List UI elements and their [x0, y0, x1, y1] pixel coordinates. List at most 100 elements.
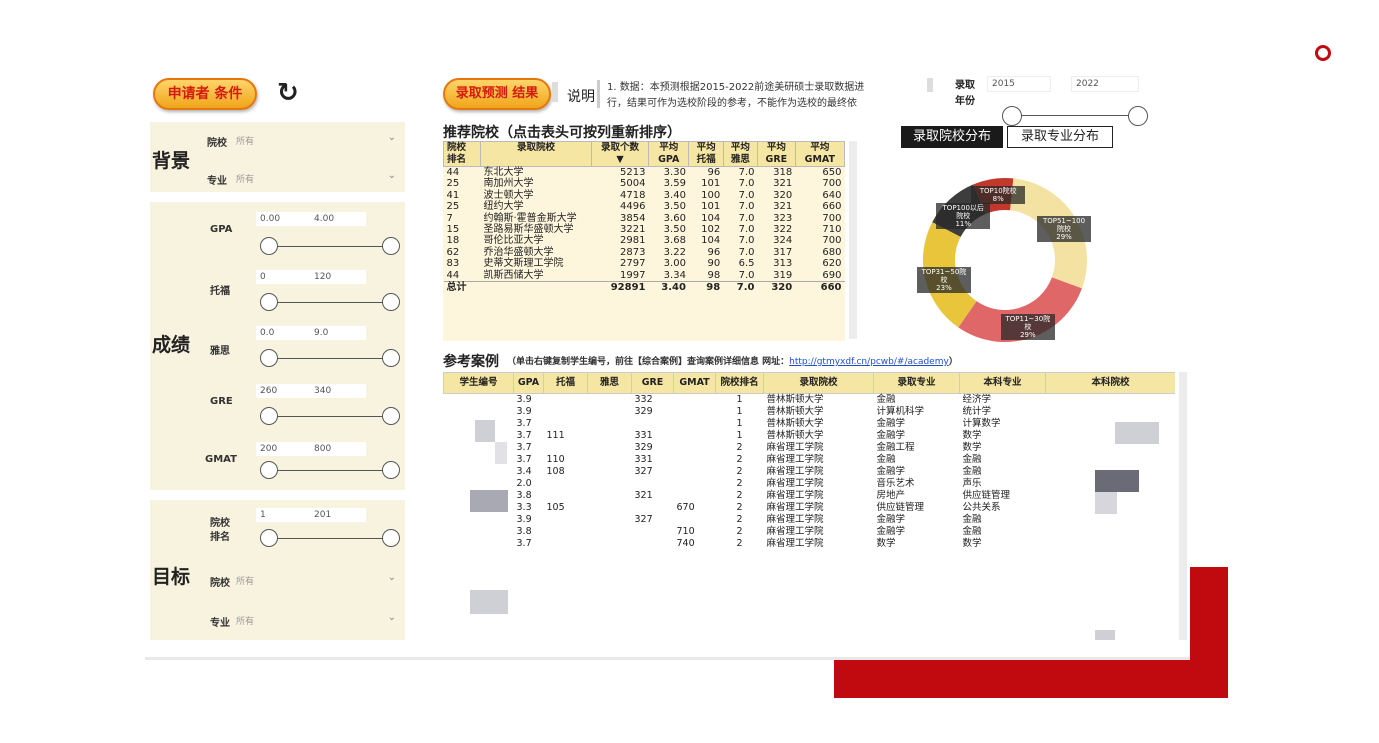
case-col-gre[interactable]: GRE: [631, 372, 674, 394]
year-from-input[interactable]: 2015: [987, 76, 1051, 92]
table-row[interactable]: 25 纽约大学 4496 3.50 101 7.0 321 660: [443, 201, 845, 213]
table-row[interactable]: 15 圣路易斯华盛顿大学 3221 3.50 102 7.0 322 710: [443, 224, 845, 236]
cell-school: 史蒂文斯理工学院: [480, 258, 592, 270]
table-row[interactable]: 3.3 105 670 2 麻省理工学院 供应链管理 公共关系: [444, 502, 1176, 514]
gre-slider-max-handle[interactable]: [382, 407, 400, 425]
table-row[interactable]: 3.9 332 1 普林斯顿大学 金融 经济学: [444, 394, 1176, 407]
case-student-id[interactable]: [444, 514, 514, 526]
ielts-max-input[interactable]: 9.0: [310, 326, 366, 340]
target-school-dropdown[interactable]: 所有 ⌄: [230, 570, 400, 588]
toefl-slider-max-handle[interactable]: [382, 293, 400, 311]
col-rank-header[interactable]: 院校 排名: [443, 141, 481, 167]
gmat-max-input[interactable]: 800: [310, 442, 366, 456]
year-slider-max-handle[interactable]: [1128, 106, 1148, 126]
recommend-table-container: 院校 排名 录取院校 录取个数 ▼ 平均 GPA 平均 托福 平均 雅思 平均 GRE 平均…: [443, 141, 846, 341]
case-student-id[interactable]: [444, 538, 514, 550]
academy-link[interactable]: http://gtmyxdf.cn/pcwb/#/academy: [789, 357, 949, 367]
case-student-id[interactable]: [444, 478, 514, 490]
table-row[interactable]: 7 约翰斯·霍普金斯大学 3854 3.60 104 7.0 323 700: [443, 212, 845, 225]
year-slider[interactable]: [1010, 115, 1138, 116]
toefl-max-input[interactable]: 120: [310, 270, 366, 284]
table-row[interactable]: 3.9 327 2 麻省理工学院 金融学 金融: [444, 514, 1176, 526]
ielts-slider-max-handle[interactable]: [382, 349, 400, 367]
gmat-slider[interactable]: [268, 470, 392, 471]
rank-slider-min-handle[interactable]: [260, 529, 278, 547]
col-ielts-header[interactable]: 平均 雅思: [722, 141, 759, 167]
rank-min-input[interactable]: 1: [256, 508, 312, 522]
table-row[interactable]: 3.9 329 1 普林斯顿大学 计算机科学 统计学: [444, 406, 1176, 418]
table-row[interactable]: 3.7 740 2 麻省理工学院 数学 数学: [444, 538, 1176, 550]
gre-slider-min-handle[interactable]: [260, 407, 278, 425]
case-col-rank[interactable]: 院校排名: [715, 372, 764, 394]
table-row[interactable]: 3.7 1 普林斯顿大学 金融学 计算数学: [444, 418, 1176, 430]
case-col-gpa[interactable]: GPA: [513, 372, 544, 394]
case-student-id[interactable]: [444, 406, 514, 418]
case-col-school[interactable]: 录取院校: [763, 372, 874, 394]
year-to-input[interactable]: 2022: [1071, 76, 1139, 92]
col-gre-header[interactable]: 平均 GRE: [757, 141, 796, 167]
table-row[interactable]: 44 凯斯西储大学 1997 3.34 98 7.0 319 690: [443, 269, 845, 282]
toefl-slider[interactable]: [268, 302, 392, 303]
col-count-header[interactable]: 录取个数 ▼: [591, 141, 649, 167]
gmat-slider-min-handle[interactable]: [260, 461, 278, 479]
gre-max-input[interactable]: 340: [310, 384, 366, 398]
table-row[interactable]: 18 哥伦比亚大学 2981 3.68 104 7.0 324 700: [443, 235, 845, 247]
ielts-slider[interactable]: [268, 358, 392, 359]
refresh-icon[interactable]: ↻: [277, 78, 299, 108]
case-student-id[interactable]: [444, 394, 514, 407]
cell-ielts: 7.0: [723, 269, 758, 282]
table-row[interactable]: 3.7 329 2 麻省理工学院 金融工程 数学: [444, 442, 1176, 454]
year-slider-min-handle[interactable]: [1002, 106, 1022, 126]
table-row[interactable]: 3.7 110 331 2 麻省理工学院 金融 金融: [444, 454, 1176, 466]
gmat-slider-max-handle[interactable]: [382, 461, 400, 479]
table-row[interactable]: 25 南加州大学 5004 3.59 101 7.0 321 700: [443, 178, 845, 190]
rank-slider-max-handle[interactable]: [382, 529, 400, 547]
recommend-scrollbar[interactable]: [849, 141, 857, 339]
gpa-slider-min-handle[interactable]: [260, 237, 278, 255]
cases-scrollbar[interactable]: [1179, 372, 1187, 640]
gre-min-input[interactable]: 260: [256, 384, 312, 398]
major-dropdown[interactable]: 所有 ⌄: [230, 168, 400, 186]
prediction-result-button[interactable]: 录取预测 结果: [443, 78, 551, 110]
col-gpa-header[interactable]: 平均 GPA: [647, 141, 690, 167]
ielts-min-input[interactable]: 0.0: [256, 326, 312, 340]
gre-slider[interactable]: [268, 416, 392, 417]
case-col-ug-school[interactable]: 本科院校: [1045, 372, 1175, 394]
case-student-id[interactable]: [444, 466, 514, 478]
table-row[interactable]: 62 乔治华盛顿大学 2873 3.22 96 7.0 317 680: [443, 246, 845, 259]
case-col-student-id[interactable]: 学生编号: [443, 372, 514, 394]
case-col-ielts[interactable]: 雅思: [587, 372, 632, 394]
rank-max-input[interactable]: 201: [310, 508, 366, 522]
gpa-slider-max-handle[interactable]: [382, 237, 400, 255]
case-col-toefl[interactable]: 托福: [543, 372, 588, 394]
tab-school-distribution[interactable]: 录取院校分布: [901, 126, 1003, 148]
col-school-header[interactable]: 录取院校: [480, 141, 592, 167]
case-col-major[interactable]: 录取专业: [873, 372, 960, 394]
gpa-slider[interactable]: [268, 246, 392, 247]
case-col-ug-major[interactable]: 本科专业: [959, 372, 1046, 394]
tab-major-distribution[interactable]: 录取专业分布: [1007, 126, 1113, 148]
table-row[interactable]: 44 东北大学 5213 3.30 96 7.0 318 650: [443, 166, 845, 179]
rank-slider[interactable]: [268, 538, 392, 539]
table-row[interactable]: 83 史蒂文斯理工学院 2797 3.00 90 6.5 313 620: [443, 258, 845, 270]
ielts-slider-min-handle[interactable]: [260, 349, 278, 367]
table-row[interactable]: 3.8 710 2 麻省理工学院 金融学 金融: [444, 526, 1176, 538]
col-toefl-header[interactable]: 平均 托福: [688, 141, 724, 167]
school-dropdown[interactable]: 所有 ⌄: [230, 130, 400, 148]
gmat-min-input[interactable]: 200: [256, 442, 312, 456]
cell-toefl: 100: [688, 189, 724, 202]
toefl-slider-min-handle[interactable]: [260, 293, 278, 311]
table-row[interactable]: 2.0 2 麻省理工学院 音乐艺术 声乐: [444, 478, 1176, 490]
applicant-conditions-button[interactable]: 申请者 条件: [153, 78, 257, 110]
case-student-id[interactable]: [444, 526, 514, 538]
table-row[interactable]: 3.8 321 2 麻省理工学院 房地产 供应链管理: [444, 490, 1176, 502]
gpa-max-input[interactable]: 4.00: [310, 212, 366, 226]
target-major-dropdown[interactable]: 所有 ⌄: [230, 610, 400, 628]
case-col-gmat[interactable]: GMAT: [673, 372, 716, 394]
gpa-min-input[interactable]: 0.00: [256, 212, 312, 226]
toefl-min-input[interactable]: 0: [256, 270, 312, 284]
col-gmat-header[interactable]: 平均 GMAT: [794, 141, 846, 167]
table-row[interactable]: 3.4 108 327 2 麻省理工学院 金融学 金融: [444, 466, 1176, 478]
table-row[interactable]: 3.7 111 331 1 普林斯顿大学 金融学 数学: [444, 430, 1176, 442]
table-row[interactable]: 41 波士顿大学 4718 3.40 100 7.0 320 640: [443, 189, 845, 202]
